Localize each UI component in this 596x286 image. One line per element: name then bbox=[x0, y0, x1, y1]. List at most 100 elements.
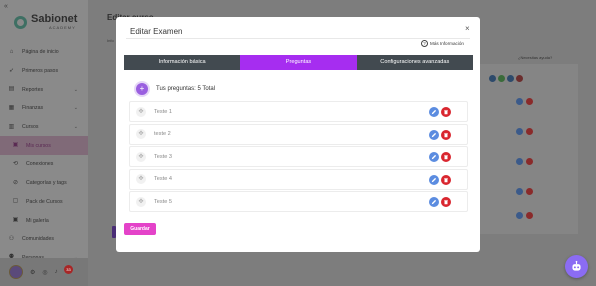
sidebar: « Sabionet ACADEMY ⌂ Página de inicio ➶ Pri… bbox=[0, 0, 88, 286]
tab-questions[interactable]: Preguntas bbox=[240, 55, 357, 70]
wallet-icon: ▦ bbox=[8, 104, 15, 111]
divider bbox=[126, 38, 470, 39]
tab-basic-info[interactable]: Información básica bbox=[124, 55, 241, 70]
edit-question-button[interactable] bbox=[429, 129, 439, 140]
delete-question-button[interactable] bbox=[441, 107, 451, 117]
logo-icon bbox=[14, 15, 27, 29]
delete-question-button[interactable] bbox=[441, 152, 451, 162]
questions-header: + Tus preguntas: 5 Total bbox=[136, 83, 215, 95]
tab-bar: Información básica Preguntas Configuraci… bbox=[124, 55, 473, 70]
modal-title: Editar Examen bbox=[130, 27, 183, 36]
questions-list: ✥ Teste 1 ✥ teste 2 ✥ Teste 3 ✥ Teste 4 … bbox=[129, 101, 468, 214]
question-name[interactable]: Teste 1 bbox=[154, 109, 172, 115]
dot-icon bbox=[489, 75, 496, 82]
bell-icon[interactable]: ♪ bbox=[55, 269, 58, 275]
edit-question-button[interactable] bbox=[429, 197, 439, 207]
help-icon[interactable]: ◎ bbox=[42, 269, 47, 276]
brand-subtitle: ACADEMY bbox=[49, 25, 76, 30]
robot-icon bbox=[572, 260, 581, 271]
delete-question-button[interactable] bbox=[441, 174, 451, 185]
chevron-down-icon: ⌄ bbox=[73, 105, 78, 112]
sidebar-item-9[interactable]: ▢ Pack de Cursos bbox=[0, 193, 88, 212]
avatar[interactable] bbox=[9, 265, 23, 279]
more-info-label: Más Información bbox=[430, 41, 464, 46]
question-name[interactable]: Teste 5 bbox=[154, 199, 172, 205]
collapse-sidebar-icon[interactable]: « bbox=[4, 3, 8, 10]
brand-logo: Sabionet ACADEMY bbox=[14, 14, 77, 30]
drag-handle-icon[interactable]: ✥ bbox=[136, 151, 146, 162]
connection-icon: ⟲ bbox=[12, 160, 19, 167]
close-icon[interactable]: × bbox=[465, 24, 470, 33]
user-bar: ⚙ ◎ ♪ bbox=[0, 258, 88, 286]
trash-icon bbox=[444, 132, 448, 137]
sidebar-item-label: Primeros pasos bbox=[22, 68, 59, 75]
list-item: ✥ Teste 4 bbox=[129, 168, 468, 190]
chart-icon: ▤ bbox=[8, 86, 15, 93]
sidebar-item-label: Conexiones bbox=[26, 161, 54, 168]
edit-icon bbox=[431, 154, 437, 160]
question-circle-icon: ? bbox=[421, 40, 428, 47]
background-actions bbox=[516, 188, 533, 195]
chevron-down-icon: ⌄ bbox=[73, 124, 78, 131]
drag-handle-icon[interactable]: ✥ bbox=[136, 106, 146, 117]
more-info-link[interactable]: ? Más Información bbox=[421, 40, 464, 47]
background-actions bbox=[516, 212, 533, 219]
settings-icon[interactable]: ⚙ bbox=[30, 269, 35, 276]
home-icon: ⌂ bbox=[9, 48, 14, 55]
save-button[interactable]: Guardar bbox=[124, 223, 156, 235]
sidebar-item-10[interactable]: ▣ Mi galería bbox=[0, 211, 88, 230]
list-item: ✥ teste 2 bbox=[129, 123, 468, 145]
add-question-button[interactable]: + bbox=[136, 83, 148, 95]
sidebar-item-label: Mi galería bbox=[26, 217, 49, 224]
community-icon: ⚇ bbox=[8, 235, 15, 242]
sidebar-item-3[interactable]: ▤ Reportes ⌄ bbox=[0, 80, 88, 99]
sidebar-item-4[interactable]: ▦ Finanzas ⌄ bbox=[0, 99, 88, 118]
course-icon: ▣ bbox=[12, 142, 19, 149]
book-icon: ▥ bbox=[8, 123, 15, 130]
background-actions bbox=[516, 98, 533, 105]
sidebar-item-11[interactable]: ⚇ Comunidades bbox=[0, 230, 88, 249]
sidebar-item-8[interactable]: ⊘ Categorías y tags bbox=[0, 174, 88, 193]
sidebar-item-1[interactable]: ⌂ Página de inicio bbox=[0, 43, 88, 62]
background-panel bbox=[478, 64, 578, 234]
question-name[interactable]: Teste 3 bbox=[154, 154, 172, 160]
sidebar-item-label: Reportes bbox=[22, 86, 44, 93]
sidebar-item-label: Comunidades bbox=[22, 236, 55, 243]
edit-exam-modal: Editar Examen × ? Más Información Inform… bbox=[116, 17, 480, 252]
question-name[interactable]: teste 2 bbox=[154, 131, 171, 137]
drag-handle-icon[interactable]: ✥ bbox=[136, 129, 146, 139]
edit-icon bbox=[431, 177, 437, 182]
chatbot-button[interactable] bbox=[565, 255, 588, 278]
delete-question-button[interactable] bbox=[441, 129, 451, 140]
glossary-icon: ▣ bbox=[12, 217, 19, 224]
sidebar-item-2[interactable]: ➶ Primeros pasos bbox=[0, 62, 88, 81]
sidebar-item-label: Página de inicio bbox=[22, 49, 59, 56]
delete-question-button[interactable] bbox=[441, 197, 451, 207]
questions-summary: Tus preguntas: 5 Total bbox=[156, 86, 216, 92]
sidebar-item-7[interactable]: ⟲ Conexiones bbox=[0, 155, 88, 174]
sidebar-item-label: Finanzas bbox=[22, 105, 44, 112]
help-link[interactable]: ¿Necesitas ayuda? bbox=[518, 55, 552, 60]
edit-question-button[interactable] bbox=[429, 152, 439, 162]
dot-icon bbox=[498, 75, 505, 82]
background-icons bbox=[489, 75, 523, 82]
question-name[interactable]: Teste 4 bbox=[154, 176, 172, 182]
page-subtitle: Info bbox=[107, 38, 114, 43]
chevron-down-icon: ⌄ bbox=[73, 86, 78, 93]
notification-badge: 33 bbox=[64, 265, 73, 274]
drag-handle-icon[interactable]: ✥ bbox=[136, 196, 146, 207]
sidebar-item-6[interactable]: ▣ Mis cursos bbox=[0, 136, 88, 156]
brand-name: Sabionet bbox=[31, 13, 78, 25]
tab-advanced-settings[interactable]: Configuraciones avanzadas bbox=[356, 55, 473, 70]
edit-question-button[interactable] bbox=[429, 107, 439, 117]
dot-icon bbox=[507, 75, 514, 82]
rocket-icon: ➶ bbox=[8, 67, 15, 74]
sidebar-item-label: Pack de Cursos bbox=[26, 198, 63, 205]
drag-handle-icon[interactable]: ✥ bbox=[136, 174, 146, 184]
dot-icon bbox=[516, 75, 523, 82]
sidebar-item-5[interactable]: ▥ Cursos ⌄ bbox=[0, 118, 88, 137]
pack-icon: ▢ bbox=[12, 198, 19, 205]
sidebar-nav: ⌂ Página de inicio ➶ Primeros pasos ▤ Reporte… bbox=[0, 43, 88, 267]
sidebar-item-label: Mis cursos bbox=[26, 142, 51, 149]
edit-question-button[interactable] bbox=[429, 174, 439, 185]
